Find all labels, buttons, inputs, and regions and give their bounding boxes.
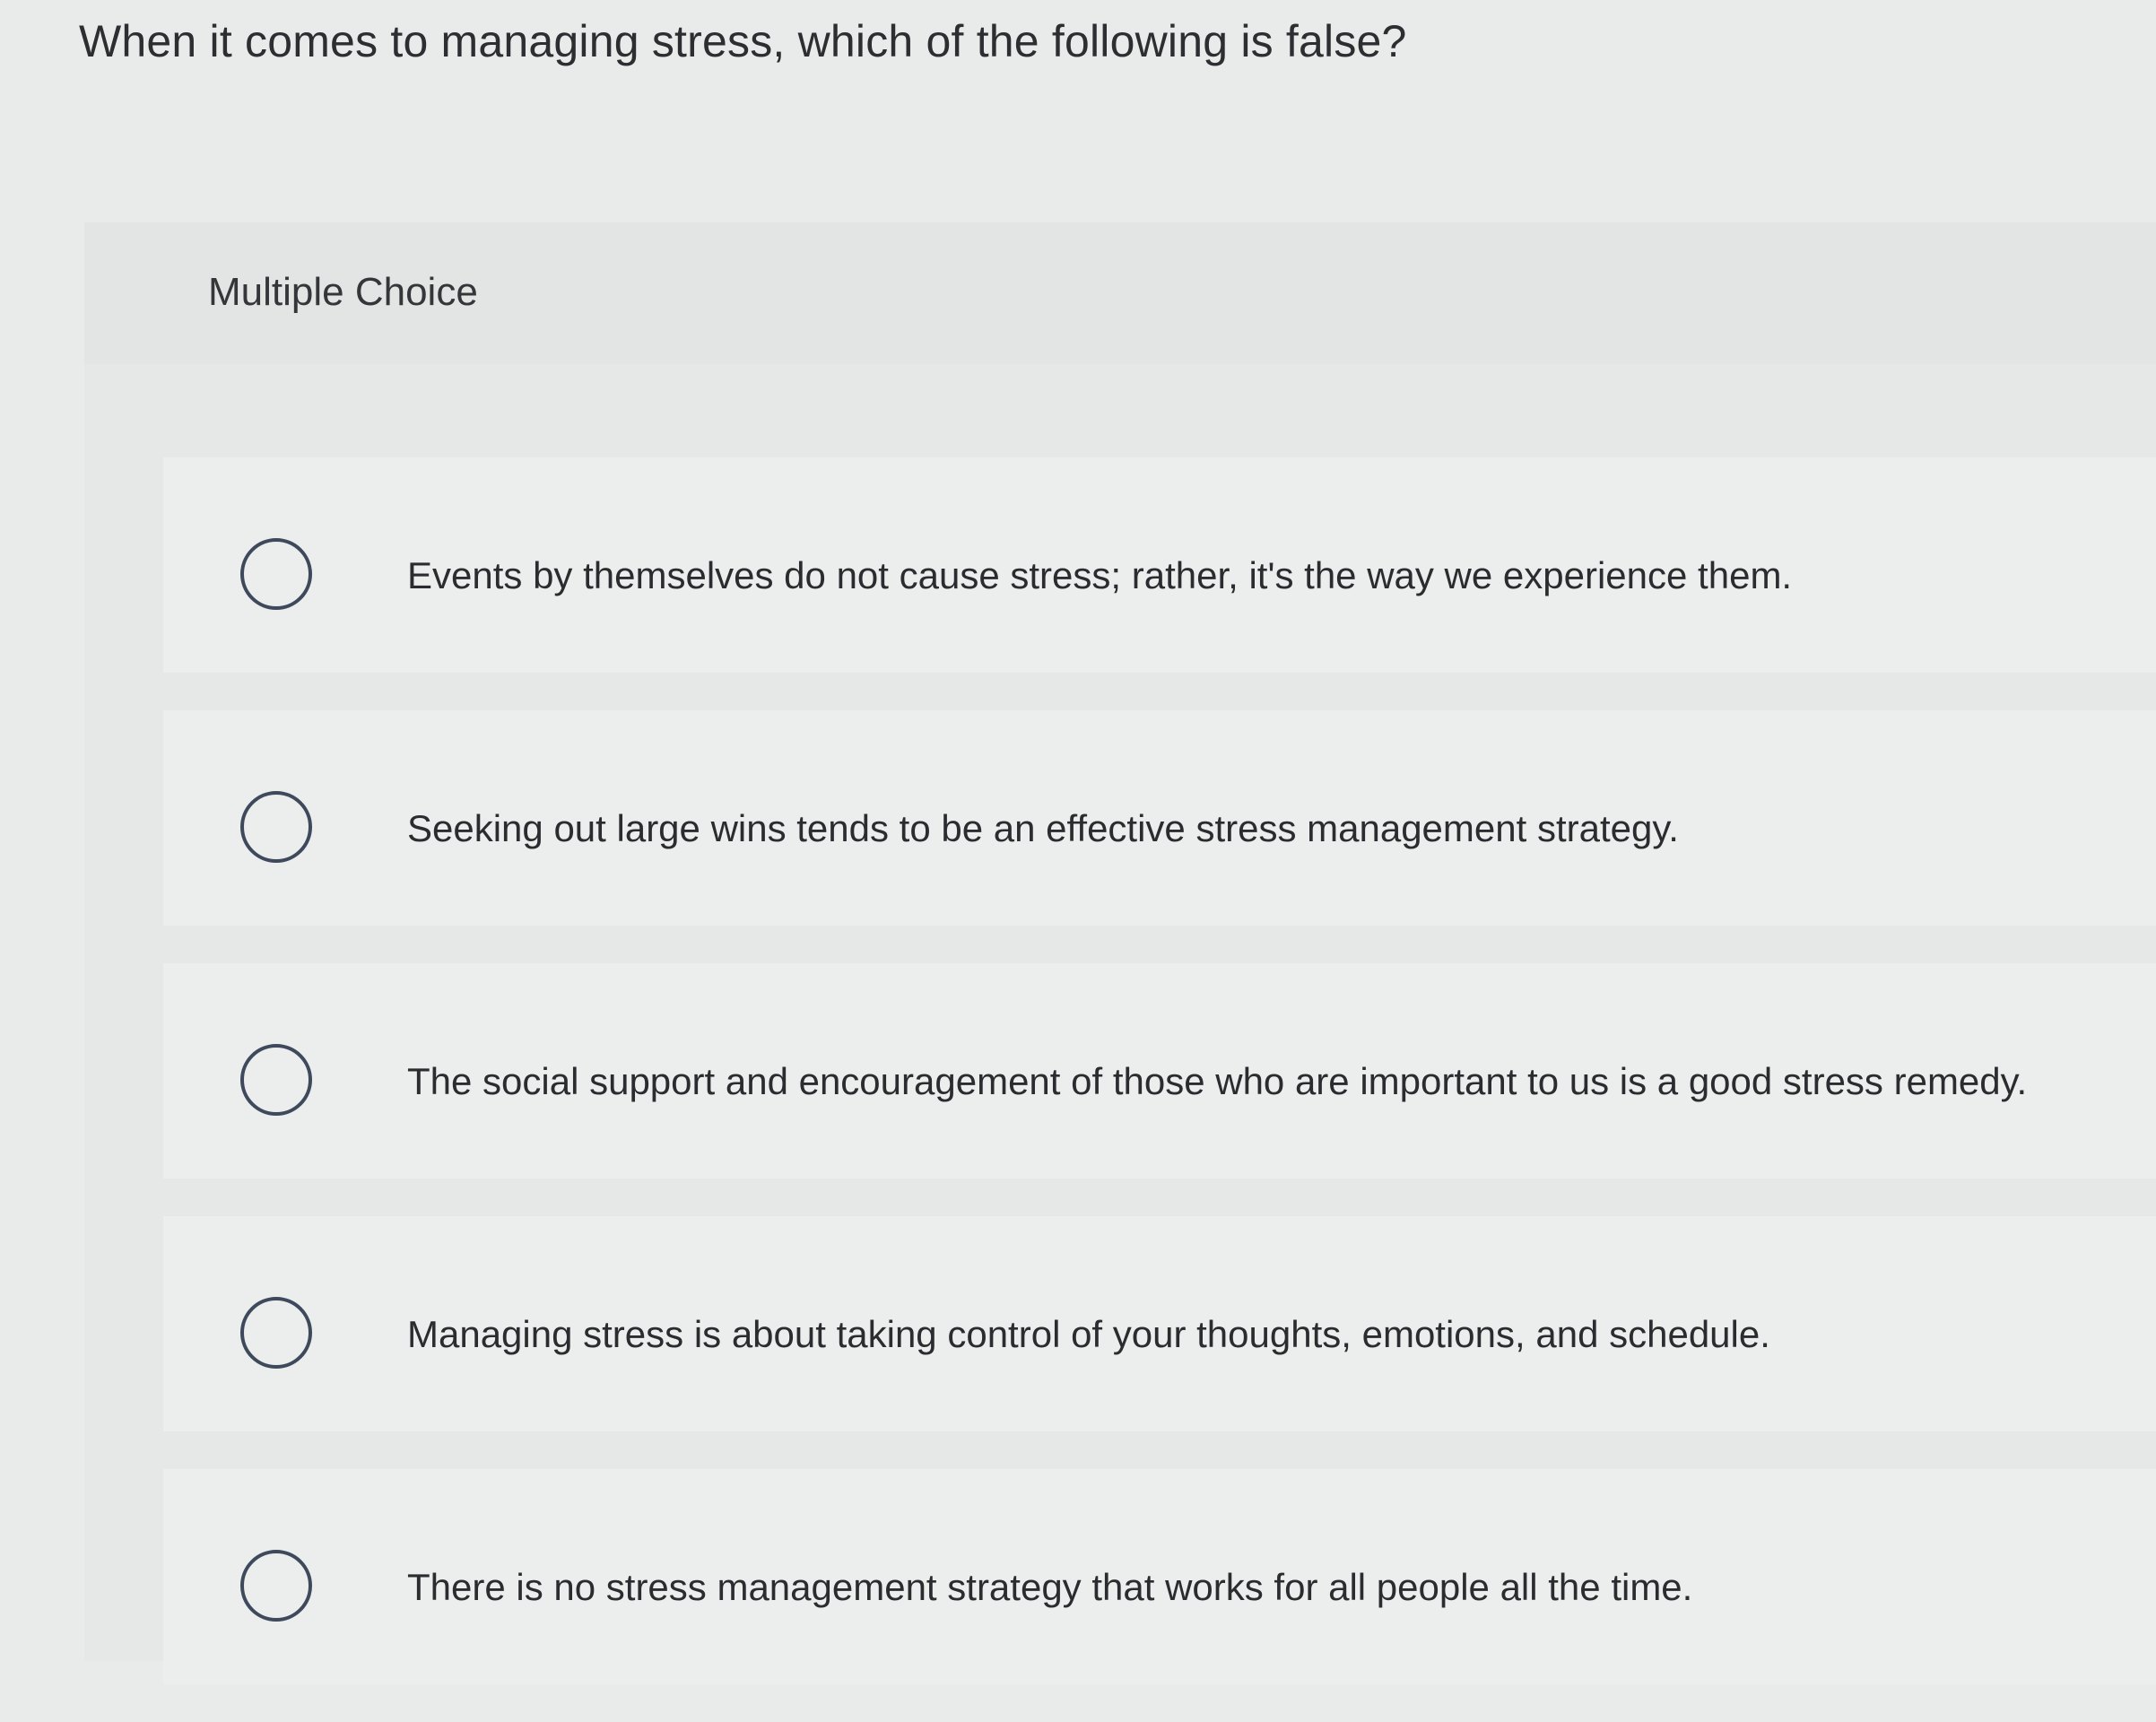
answer-option-5[interactable]: There is no stress management strategy t…: [163, 1469, 2156, 1684]
answer-option-4[interactable]: Managing stress is about taking control …: [163, 1216, 2156, 1431]
radio-button-2[interactable]: [240, 791, 312, 863]
answer-option-label: Events by themselves do not cause stress…: [407, 554, 1793, 596]
answer-option-1[interactable]: Events by themselves do not cause stress…: [163, 457, 2156, 673]
answer-options-list: Events by themselves do not cause stress…: [163, 457, 2156, 1722]
radio-button-4[interactable]: [240, 1297, 312, 1369]
answer-option-3[interactable]: The social support and encouragement of …: [163, 963, 2156, 1178]
radio-button-1[interactable]: [240, 538, 312, 610]
answer-option-label: Managing stress is about taking control …: [407, 1313, 1770, 1355]
panel-header: Multiple Choice: [84, 222, 2156, 364]
question-type-label: Multiple Choice: [208, 270, 478, 314]
radio-button-5[interactable]: [240, 1550, 312, 1622]
answer-option-label: The social support and encouragement of …: [407, 1060, 2028, 1102]
answer-option-2[interactable]: Seeking out large wins tends to be an ef…: [163, 710, 2156, 926]
radio-button-3[interactable]: [240, 1044, 312, 1116]
multiple-choice-panel: Multiple Choice Events by themselves do …: [84, 222, 2156, 1684]
question-text: When it comes to managing stress, which …: [79, 16, 1407, 66]
answer-option-label: There is no stress management strategy t…: [407, 1566, 1693, 1608]
answer-option-label: Seeking out large wins tends to be an ef…: [407, 807, 1679, 849]
